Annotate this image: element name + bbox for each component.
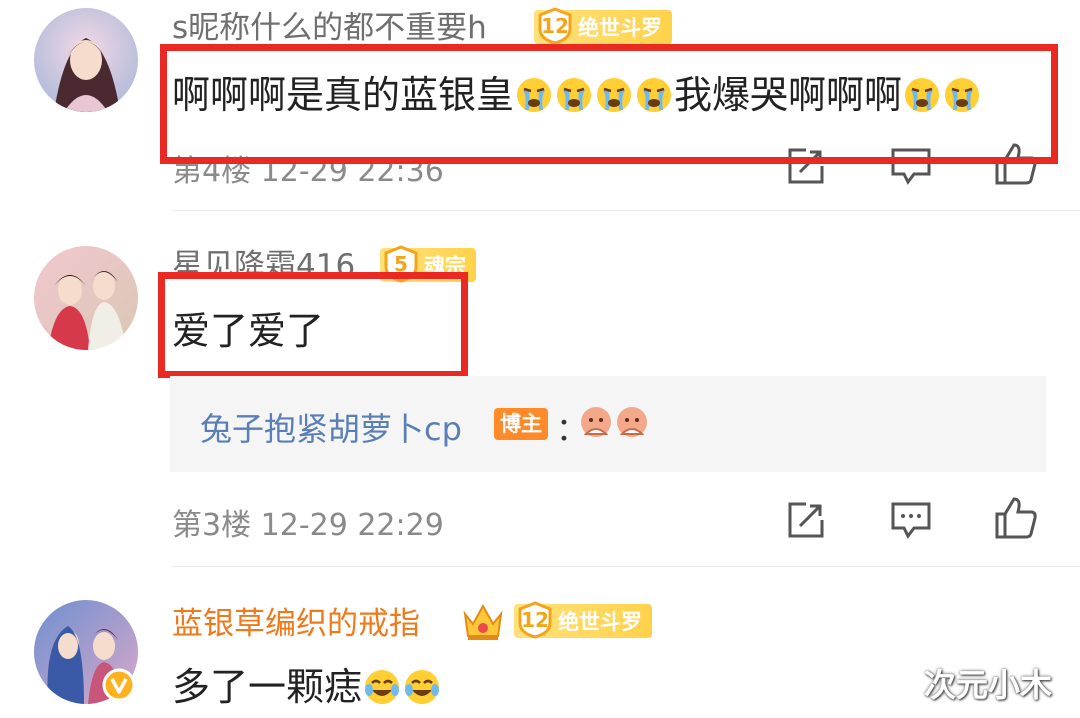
level-icon: 12 <box>536 7 574 45</box>
timestamp: 12-29 22:29 <box>260 508 444 543</box>
badge-title: 绝世斗罗 <box>578 16 662 40</box>
laughing-crying-face-icon <box>362 665 402 709</box>
divider <box>172 210 1080 211</box>
share-icon[interactable] <box>786 500 826 544</box>
username[interactable]: s昵称什么的都不重要h <box>172 8 487 48</box>
crown-icon <box>460 598 506 648</box>
highlight-box <box>160 44 1058 164</box>
comment-text: 多了一颗痣 <box>172 662 442 712</box>
comment-meta: 第3楼 12-29 22:29 <box>172 500 444 544</box>
comment-icon[interactable] <box>890 500 932 544</box>
hand-clasp-face-icon <box>578 404 652 448</box>
username[interactable]: 蓝银草编织的戒指 <box>172 604 420 644</box>
verified-icon <box>102 668 136 706</box>
avatar[interactable] <box>34 8 138 112</box>
host-tag: 博主 <box>494 408 548 440</box>
avatar[interactable] <box>34 246 138 350</box>
watermark: 次元小木 <box>924 666 1053 704</box>
laughing-crying-face-icon <box>402 665 442 709</box>
reply-username[interactable]: 兔子抱紧胡萝卜cp <box>200 404 462 450</box>
badge-title: 绝世斗罗 <box>558 610 642 634</box>
divider <box>172 566 1080 567</box>
level-badge: 12 绝世斗罗 <box>514 601 652 639</box>
floor-label: 第3楼 <box>172 508 252 543</box>
level-icon: 12 <box>516 601 554 639</box>
like-icon[interactable] <box>994 496 1038 544</box>
level-badge: 12 绝世斗罗 <box>534 7 672 45</box>
highlight-box <box>158 272 468 378</box>
